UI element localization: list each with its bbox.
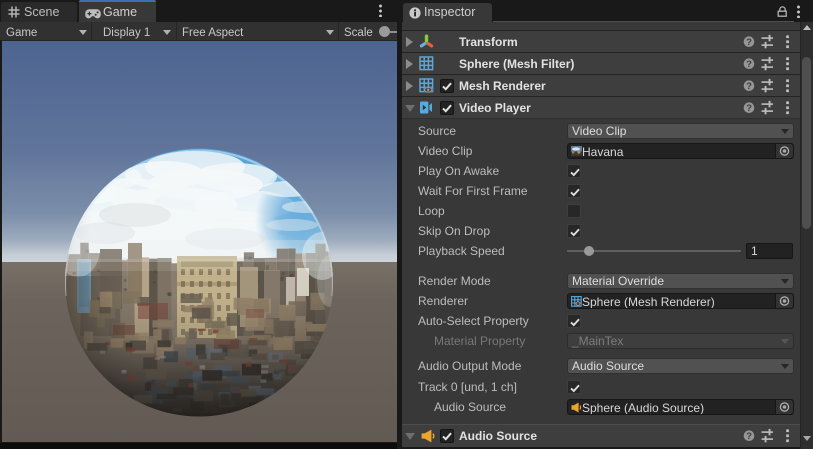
svg-text:?: ? bbox=[746, 431, 752, 442]
svg-text:?: ? bbox=[746, 37, 752, 48]
svg-text:?: ? bbox=[746, 59, 752, 70]
svg-text:?: ? bbox=[746, 103, 752, 114]
svg-text:?: ? bbox=[746, 81, 752, 92]
